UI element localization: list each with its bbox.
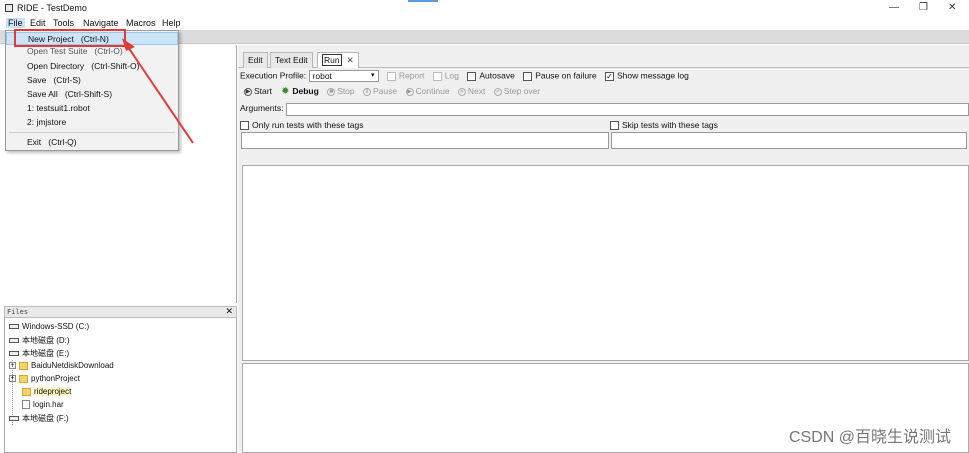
watermark: CSDN @百晓生说测试 — [788, 429, 951, 446]
annotation-arrow — [122, 38, 194, 144]
